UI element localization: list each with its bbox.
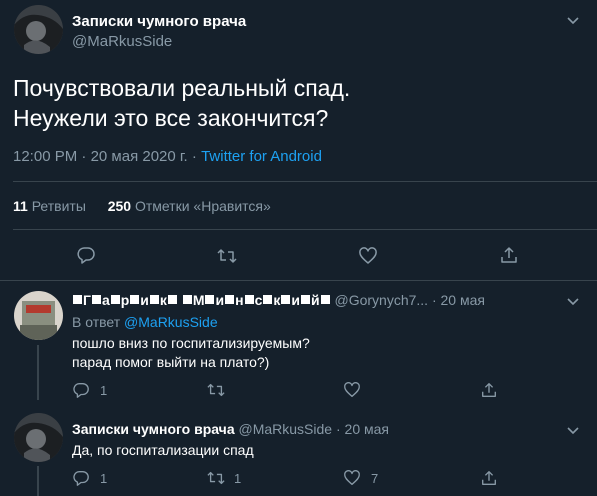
tweet-source[interactable]: Twitter for Android xyxy=(201,148,322,165)
reply-count: 1 xyxy=(100,383,108,398)
reply-to-handle[interactable]: @MaRkusSide xyxy=(124,314,218,330)
chevron-down-icon[interactable] xyxy=(565,12,581,28)
avatar[interactable] xyxy=(14,413,63,462)
divider xyxy=(0,280,597,281)
reply-to: В ответ @MaRkusSide xyxy=(72,314,218,330)
reply-icon[interactable] xyxy=(76,245,96,265)
tweet-text: Почувствовали реальный спад. Неужели это… xyxy=(13,73,350,133)
retweets-label: Ретвиты xyxy=(31,198,86,214)
reply-icon[interactable] xyxy=(72,381,90,399)
meta-separator: · xyxy=(191,148,202,165)
like-icon[interactable] xyxy=(358,246,378,266)
like-icon[interactable] xyxy=(343,469,361,487)
author-name[interactable]: Записки чумного врача xyxy=(72,421,235,437)
divider xyxy=(13,181,597,182)
author-name[interactable]: Записки чумного врача xyxy=(72,13,246,30)
meta-separator: · xyxy=(431,292,441,308)
tweet-meta: 12:00 PM · 20 мая 2020 г. · Twitter for … xyxy=(13,148,322,165)
likes-stat[interactable]: 250 Отметки «Нравится» xyxy=(108,198,271,214)
avatar[interactable] xyxy=(14,291,63,340)
tweet-date[interactable]: 20 мая 2020 г. xyxy=(91,148,188,165)
retweet-icon[interactable] xyxy=(206,469,226,487)
tweet-stats: 11 Ретвиты 250 Отметки «Нравится» xyxy=(13,198,271,214)
retweet-count: 1 xyxy=(234,471,242,486)
retweet-icon[interactable] xyxy=(216,246,238,266)
author-handle[interactable]: @Gorynych7... xyxy=(334,292,428,308)
tweet-text-line: Почувствовали реальный спад. xyxy=(13,75,351,101)
tweet-time[interactable]: 12:00 PM xyxy=(13,148,77,165)
tweet-text-line: Неужели это все закончится? xyxy=(13,105,329,131)
like-count: 7 xyxy=(371,471,379,486)
share-icon[interactable] xyxy=(480,469,498,487)
divider xyxy=(13,229,597,230)
author-name[interactable]: Гарик Минский xyxy=(72,292,334,308)
avatar[interactable] xyxy=(14,5,63,54)
reply-count: 1 xyxy=(100,471,108,486)
share-icon[interactable] xyxy=(499,245,519,265)
reply-date[interactable]: 20 мая xyxy=(441,292,485,308)
meta-separator: · xyxy=(81,148,91,165)
likes-label: Отметки «Нравится» xyxy=(134,198,271,214)
reply-to-label: В ответ xyxy=(72,314,121,330)
reply-header: Записки чумного врача @MaRkusSide · 20 м… xyxy=(72,421,389,437)
thread-line xyxy=(37,345,39,400)
thread-line xyxy=(37,466,39,496)
retweets-count: 11 xyxy=(13,198,28,214)
author-handle[interactable]: @MaRkusSide xyxy=(239,421,333,437)
meta-separator: · xyxy=(335,421,345,437)
chevron-down-icon[interactable] xyxy=(565,422,581,438)
reply-date[interactable]: 20 мая xyxy=(345,421,389,437)
reply-header: Гарик Минский @Gorynych7... · 20 мая xyxy=(72,292,485,308)
chevron-down-icon[interactable] xyxy=(565,293,581,309)
reply-text-line: парад помог выйти на плато?) xyxy=(72,354,270,370)
reply-text: пошло вниз по госпитализируемым? парад п… xyxy=(72,334,310,372)
reply-icon[interactable] xyxy=(72,469,90,487)
reply-text-line: пошло вниз по госпитализируемым? xyxy=(72,335,310,351)
reply-text: Да, по госпитализации спад xyxy=(72,442,254,458)
share-icon[interactable] xyxy=(480,381,498,399)
like-icon[interactable] xyxy=(343,381,361,399)
retweets-stat[interactable]: 11 Ретвиты xyxy=(13,198,90,214)
likes-count: 250 xyxy=(107,198,132,214)
author-handle[interactable]: @MaRkusSide xyxy=(72,33,172,50)
retweet-icon[interactable] xyxy=(206,381,226,399)
